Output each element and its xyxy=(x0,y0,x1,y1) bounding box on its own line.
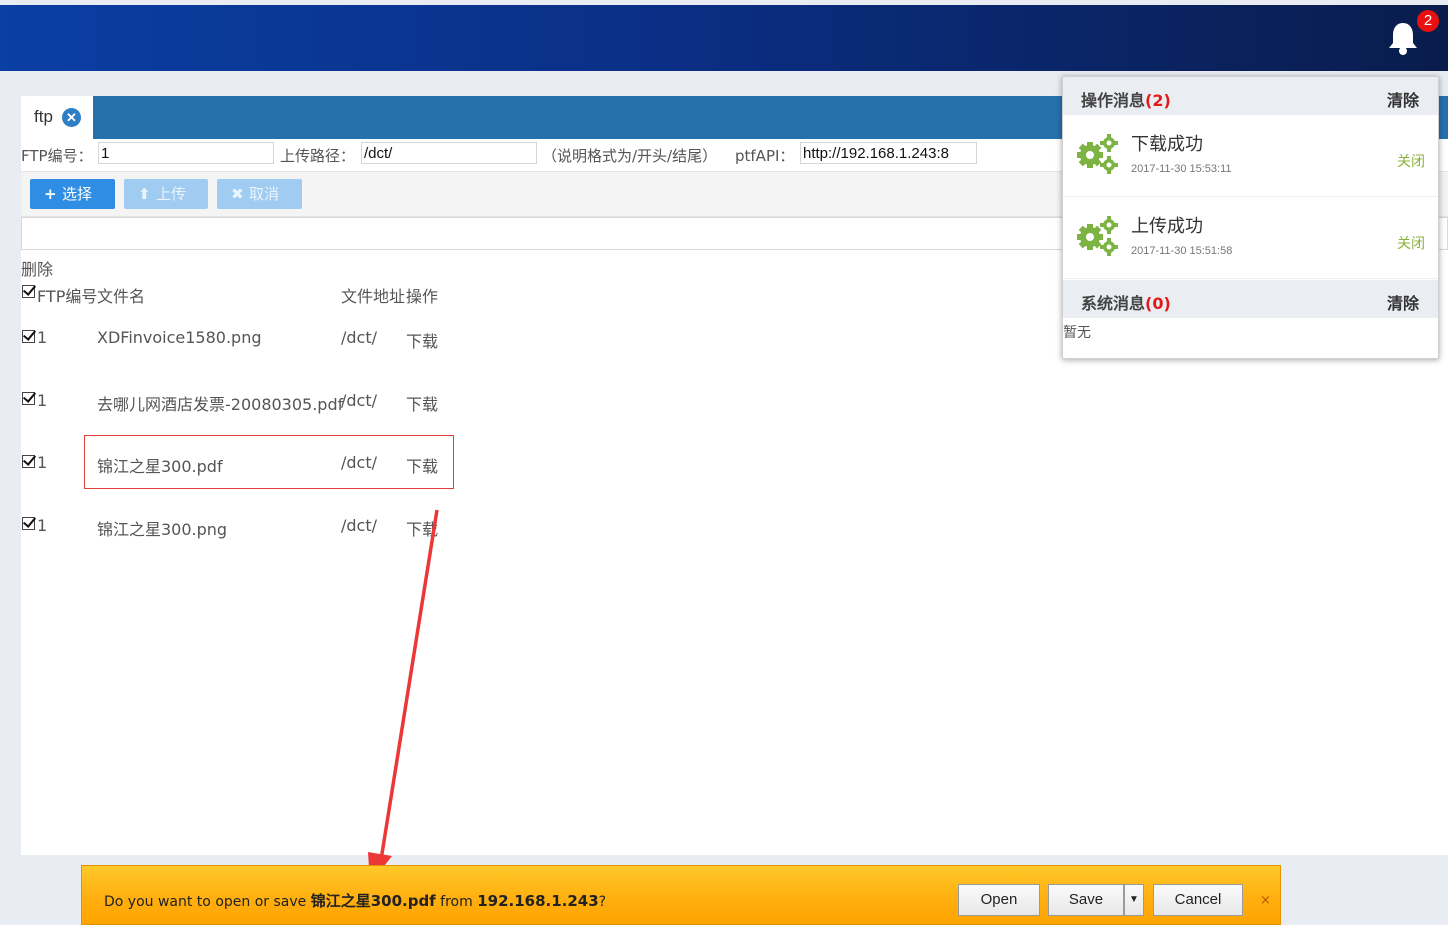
row-path: /dct/ xyxy=(341,328,378,347)
notification-time: 2017-11-30 15:51:58 xyxy=(1131,245,1233,257)
cancel-button-label: 取消 xyxy=(249,185,280,203)
row-ftp-no: 1 xyxy=(37,391,48,410)
system-messages-title: 系统消息 xyxy=(1081,294,1146,313)
api-label: ptfAPI： xyxy=(735,147,795,165)
download-host: 192.168.1.243 xyxy=(477,892,599,910)
download-prompt-middle: from xyxy=(435,894,478,910)
open-button[interactable]: Open xyxy=(958,884,1040,916)
top-header xyxy=(0,5,1448,71)
row-checkbox[interactable] xyxy=(22,455,35,468)
download-prompt-prefix: Do you want to open or save xyxy=(104,894,311,910)
ftp-no-input[interactable]: 1 xyxy=(98,142,274,164)
close-icon[interactable]: × xyxy=(1260,893,1271,908)
gears-icon xyxy=(1077,134,1118,174)
upload-icon: ⬆ xyxy=(138,185,151,203)
notification-time: 2017-11-30 15:53:11 xyxy=(1131,163,1232,175)
upload-button[interactable]: ⬆ 上传 xyxy=(124,179,208,209)
api-input[interactable]: http://192.168.1.243:8 xyxy=(800,142,977,164)
notification-title: 下载成功 xyxy=(1131,134,1203,155)
tab-ftp[interactable]: ftp ✕ xyxy=(21,96,93,139)
select-button[interactable]: + 选择 xyxy=(30,179,115,209)
row-filename: 锦江之星300.png xyxy=(97,520,228,539)
upload-path-label: 上传路径： xyxy=(280,147,356,165)
header-ftp-no: FTP编号 xyxy=(37,287,98,306)
cancel-button[interactable]: ✖ 取消 xyxy=(217,179,302,209)
operation-messages-header: 操作消息(2) 清除 xyxy=(1063,77,1438,115)
system-messages-empty: 暂无 xyxy=(1063,325,1091,341)
ftp-no-label: FTP编号： xyxy=(21,147,93,165)
operation-messages-title: 操作消息 xyxy=(1081,91,1146,110)
delete-link[interactable]: 删除 xyxy=(21,256,53,280)
download-link[interactable]: 下载 xyxy=(406,328,438,352)
download-link[interactable]: 下载 xyxy=(406,516,438,540)
notification-panel: 操作消息(2) 清除 下载成功 2017-11-30 15:53:11 关闭 上… xyxy=(1062,76,1439,359)
x-icon: ✖ xyxy=(231,185,244,203)
notification-badge: 2 xyxy=(1417,10,1439,32)
row-checkbox[interactable] xyxy=(22,330,35,343)
row-path: /dct/ xyxy=(341,391,378,410)
header-path: 文件地址 xyxy=(341,287,406,306)
plus-icon: + xyxy=(44,185,57,203)
system-messages-header: 系统消息(0) 清除 xyxy=(1063,280,1438,318)
row-ftp-no: 1 xyxy=(37,328,48,347)
row-filename: XDFinvoice1580.png xyxy=(97,328,262,347)
upload-path-input[interactable]: /dct/ xyxy=(361,142,537,164)
row-checkbox[interactable] xyxy=(22,392,35,405)
save-options-chevron-down-icon[interactable]: ▼ xyxy=(1124,884,1144,916)
system-messages-count: (0) xyxy=(1145,294,1171,313)
select-button-label: 选择 xyxy=(62,185,93,203)
download-prompt-suffix: ? xyxy=(598,894,607,910)
tab-label: ftp xyxy=(34,107,53,126)
notification-close-link[interactable]: 关闭 xyxy=(1397,233,1425,253)
row-checkbox[interactable] xyxy=(22,517,35,530)
download-link[interactable]: 下载 xyxy=(406,391,438,415)
close-icon[interactable]: ✕ xyxy=(62,108,81,127)
notification-item: 下载成功 2017-11-30 15:53:11 关闭 xyxy=(1063,116,1438,197)
header-filename: 文件名 xyxy=(97,287,146,306)
download-notification-bar: Do you want to open or save 锦江之星300.pdf … xyxy=(81,865,1281,925)
operation-messages-count: (2) xyxy=(1145,91,1171,110)
upload-button-label: 上传 xyxy=(156,185,187,203)
annotation-highlight-box xyxy=(84,435,454,489)
row-filename: 去哪儿网酒店发票-20080305.pdf xyxy=(97,395,344,414)
row-path: /dct/ xyxy=(341,516,378,535)
bell-icon[interactable] xyxy=(1386,20,1420,56)
select-all-checkbox[interactable] xyxy=(22,285,35,298)
clear-operation-messages-button[interactable]: 清除 xyxy=(1387,87,1419,111)
gears-icon xyxy=(1077,216,1118,256)
clear-system-messages-button[interactable]: 清除 xyxy=(1387,290,1419,314)
download-filename: 锦江之星300.pdf xyxy=(310,892,436,910)
download-prompt-text: Do you want to open or save 锦江之星300.pdf … xyxy=(104,890,606,911)
header-action: 操作 xyxy=(406,287,439,306)
notification-item: 上传成功 2017-11-30 15:51:58 关闭 xyxy=(1063,198,1438,279)
row-ftp-no: 1 xyxy=(37,516,48,535)
row-ftp-no: 1 xyxy=(37,453,48,472)
save-button[interactable]: Save xyxy=(1048,884,1124,916)
notification-close-link[interactable]: 关闭 xyxy=(1397,151,1425,171)
path-format-note: （说明格式为/开头/结尾） xyxy=(542,147,718,165)
notification-title: 上传成功 xyxy=(1131,216,1203,237)
cancel-download-button[interactable]: Cancel xyxy=(1153,884,1243,916)
